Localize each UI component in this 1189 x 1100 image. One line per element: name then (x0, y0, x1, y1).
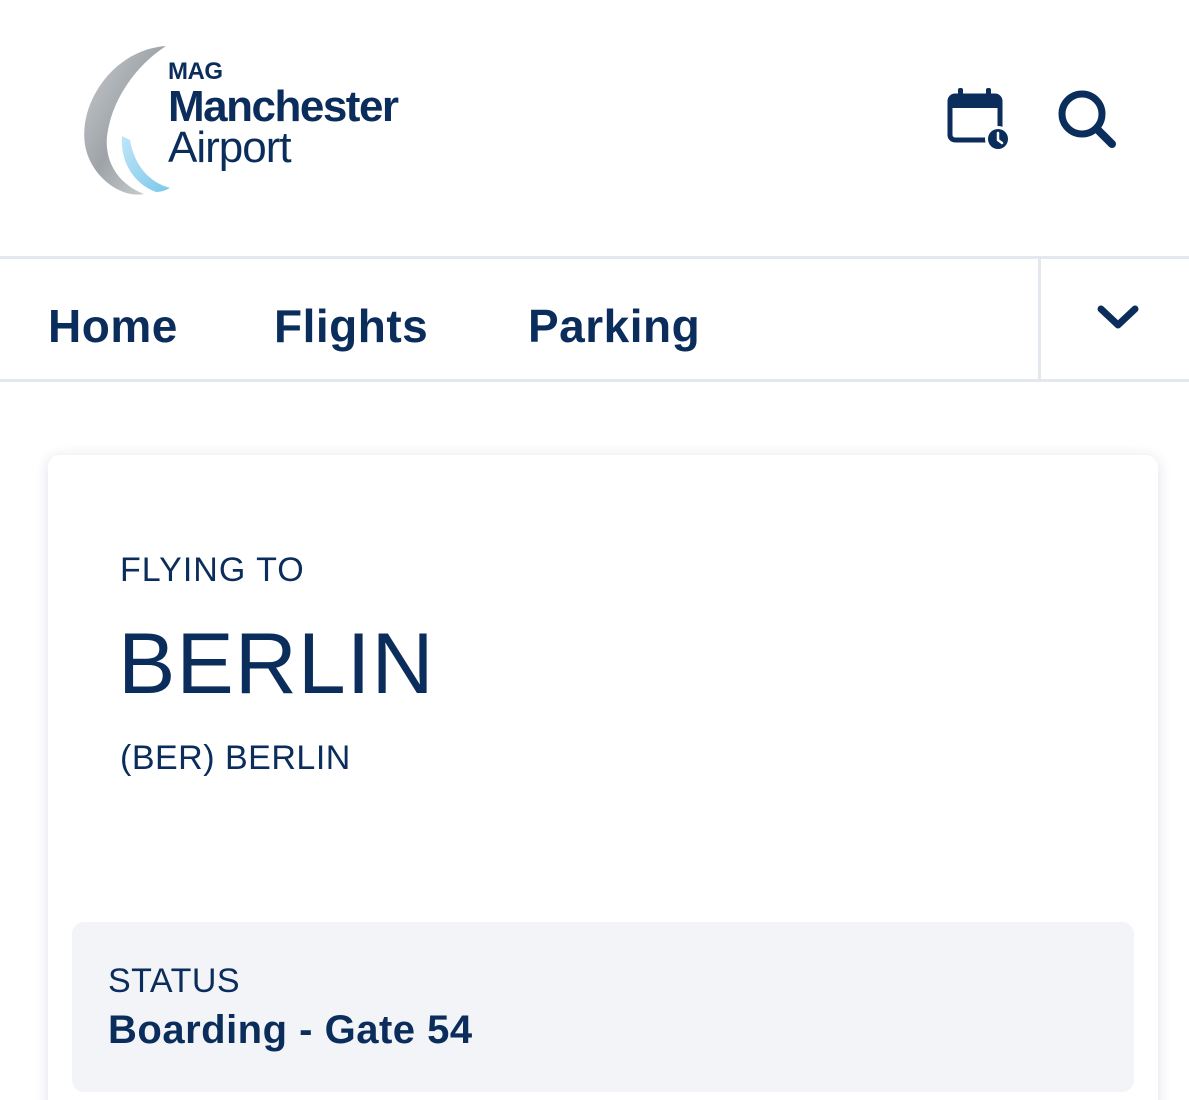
logo-airport-text: Airport (168, 123, 292, 172)
nav-more-button[interactable] (1038, 259, 1189, 379)
page: MAG Manchester Airport Home Flights Park… (0, 0, 1189, 1100)
status-panel: STATUS Boarding - Gate 54 (72, 922, 1134, 1092)
status-value: Boarding - Gate 54 (108, 1008, 473, 1052)
calendar-clock-icon[interactable] (942, 84, 1012, 154)
flight-details-card: FLYING TO BERLIN (BER) BERLIN STATUS Boa… (48, 455, 1158, 1100)
destination-airport: (BER) BERLIN (120, 739, 351, 777)
nav-item-flights[interactable]: Flights (274, 299, 428, 353)
nav-item-home[interactable]: Home (48, 299, 178, 353)
flying-to-label: FLYING TO (120, 551, 305, 589)
chevron-down-icon (1097, 305, 1139, 329)
main-nav: Home Flights Parking (0, 256, 1189, 382)
logo-wordmark: MAG Manchester Airport (168, 58, 399, 172)
nav-item-parking[interactable]: Parking (528, 299, 700, 353)
status-label: STATUS (108, 962, 241, 1000)
manchester-airport-logo[interactable]: MAG Manchester Airport (78, 44, 458, 204)
search-icon[interactable] (1052, 84, 1122, 154)
site-header: MAG Manchester Airport (0, 0, 1189, 256)
logo-mag-text: MAG (168, 58, 223, 85)
destination-city: BERLIN (118, 616, 435, 712)
logo-crescent-icon (84, 46, 170, 195)
